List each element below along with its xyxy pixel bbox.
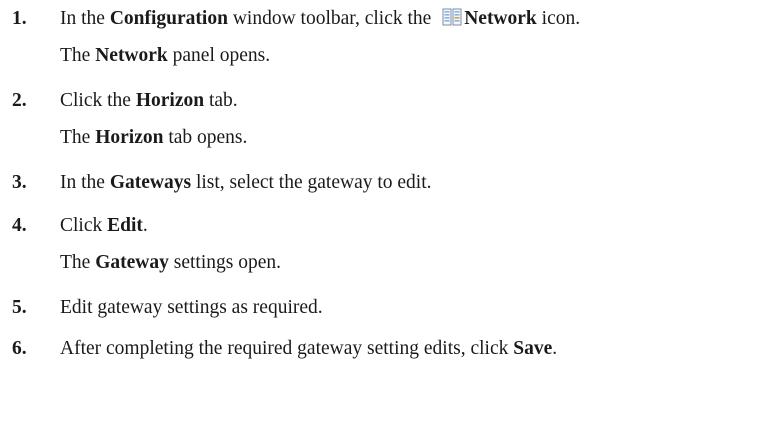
ui-term: Horizon: [95, 127, 164, 148]
text-run: .: [142, 215, 148, 236]
step-number: 4.: [12, 215, 27, 236]
step-number: 1.: [12, 8, 27, 29]
step-text: Edit gateway settings as required.: [60, 296, 323, 320]
text-run: tab opens.: [163, 127, 248, 148]
step-number: 6.: [12, 338, 27, 359]
text-run: icon.: [536, 8, 581, 29]
text-run: After completing the required gateway se…: [60, 338, 514, 359]
text-run: tab.: [204, 90, 238, 111]
ui-term: Edit: [107, 215, 143, 236]
text-run: The: [60, 127, 96, 148]
ui-term: Network: [95, 45, 168, 66]
text-run: panel opens.: [167, 45, 271, 66]
text-run: The: [60, 252, 96, 273]
text-run: The: [60, 45, 96, 66]
step-text: In the Configuration window toolbar, cli…: [60, 7, 580, 31]
step-2-result: The Horizon tab opens.: [60, 126, 247, 150]
step-text: Click the Horizon tab.: [60, 89, 238, 113]
text-run: list, select the gateway to edit.: [191, 172, 432, 193]
text-run: In the: [60, 8, 110, 29]
ui-term: Save: [513, 338, 553, 359]
network-icon: [442, 8, 462, 26]
step-number: 2.: [12, 90, 27, 111]
ui-term: Gateway: [95, 252, 169, 273]
text-run: In the: [60, 172, 110, 193]
ui-term: Network: [464, 8, 537, 29]
ui-term: Configuration: [109, 8, 228, 29]
text-run: settings open.: [168, 252, 281, 273]
step-1-result: The Network panel opens.: [60, 44, 270, 68]
step-text: After completing the required gateway se…: [60, 337, 557, 361]
text-run: Click: [60, 215, 108, 236]
text-run: .: [552, 338, 558, 359]
ui-term: Horizon: [135, 90, 205, 111]
ui-term: Gateways: [109, 172, 192, 193]
step-4-result: The Gateway settings open.: [60, 251, 281, 275]
step-text: In the Gateways list, select the gateway…: [60, 171, 432, 195]
step-number: 5.: [12, 297, 27, 318]
step-number: 3.: [12, 172, 27, 193]
text-run: Edit gateway settings as required.: [60, 297, 323, 318]
step-text: Click Edit.: [60, 214, 148, 238]
text-run: Click the: [60, 90, 136, 111]
text-run: window toolbar, click the: [227, 8, 437, 29]
procedure-steps: 1. In the Configuration window toolbar, …: [0, 0, 775, 421]
